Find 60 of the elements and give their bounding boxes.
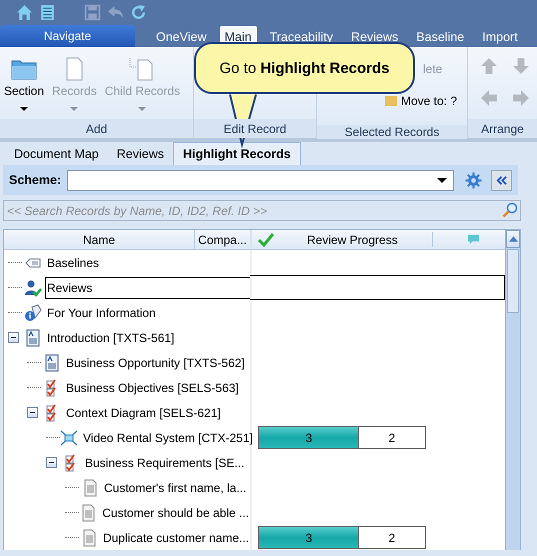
ribbon-tab[interactable]: Import bbox=[473, 27, 527, 47]
ribbon-button[interactable]: Section bbox=[0, 47, 48, 119]
tree-item[interactable]: Reviews bbox=[45, 276, 250, 298]
list-icon[interactable] bbox=[39, 4, 56, 21]
tree-item[interactable]: Context Diagram [SELS-621] bbox=[64, 402, 222, 424]
navigate-tab[interactable]: Navigate bbox=[0, 25, 135, 47]
tree-item[interactable]: Customer's first name, la... bbox=[102, 476, 248, 498]
tree-item[interactable]: Baselines bbox=[45, 252, 100, 274]
search-field[interactable]: << Search Records by Name, ID, ID2, Ref. ID >> bbox=[3, 200, 521, 221]
settings-icon[interactable] bbox=[465, 172, 482, 188]
collapse-toggle[interactable] bbox=[46, 457, 57, 468]
diagram-icon bbox=[60, 428, 78, 446]
info-icon bbox=[24, 304, 42, 322]
checkmark-icon bbox=[258, 232, 274, 246]
arrow-down-icon[interactable] bbox=[512, 57, 530, 75]
scroll-thumb[interactable] bbox=[507, 249, 519, 313]
child-page-icon bbox=[129, 57, 156, 81]
panel-tab[interactable]: Highlight Records bbox=[173, 142, 301, 165]
refresh-icon[interactable] bbox=[130, 4, 147, 21]
move-to-button[interactable]: Move to: ? bbox=[385, 94, 458, 108]
scroll-up-button[interactable] bbox=[506, 230, 520, 248]
group-label: Add bbox=[0, 119, 193, 138]
group-label: Selected Records bbox=[317, 125, 467, 139]
progress-value: 3 bbox=[304, 530, 314, 546]
tree-item[interactable]: Duplicate customer name... bbox=[100, 526, 250, 548]
tree-item[interactable]: Business Objectives [SELS-563] bbox=[64, 376, 240, 398]
search-icon[interactable] bbox=[502, 202, 518, 218]
scheme-label: Scheme: bbox=[9, 173, 62, 187]
document-icon bbox=[43, 354, 61, 372]
tree-item[interactable]: Business Opportunity [TXTS-562] bbox=[64, 352, 246, 374]
column-header[interactable]: Review Progress bbox=[307, 232, 447, 246]
group-label: Edit Record bbox=[194, 119, 316, 138]
arrow-up-icon bbox=[508, 236, 518, 242]
column-header[interactable]: Compa... bbox=[195, 230, 252, 249]
group-label: Arrange bbox=[468, 119, 537, 138]
arrow-right-icon[interactable] bbox=[512, 89, 530, 107]
tree-item[interactable]: Video Rental System [CTX-251] bbox=[81, 426, 254, 448]
collapse-toggle[interactable] bbox=[27, 407, 38, 418]
progress-value: 2 bbox=[387, 530, 396, 546]
home-icon[interactable] bbox=[16, 4, 33, 21]
user-check-icon bbox=[24, 278, 42, 296]
collapse-toggle[interactable] bbox=[8, 332, 19, 343]
tree-item[interactable]: Business Requirements [SE... bbox=[83, 452, 246, 474]
progress-value: 3 bbox=[304, 430, 314, 446]
collapse-button[interactable] bbox=[491, 170, 512, 190]
double-chevron-left-icon bbox=[495, 174, 508, 186]
column-header[interactable]: Name bbox=[4, 230, 195, 249]
tree-item[interactable]: Introduction [TXTS-561] bbox=[45, 326, 176, 348]
arrow-left-icon[interactable] bbox=[480, 89, 498, 107]
panel-tab[interactable]: Reviews bbox=[108, 143, 174, 165]
tree-item[interactable]: Customer should be able ... bbox=[100, 502, 250, 524]
document-icon bbox=[24, 328, 42, 346]
arrow-up-icon[interactable] bbox=[480, 57, 498, 75]
progress-value: 2 bbox=[387, 430, 396, 446]
scheme-dropdown[interactable] bbox=[67, 170, 454, 190]
scrollbar[interactable] bbox=[505, 230, 520, 550]
comment-icon bbox=[467, 234, 480, 245]
panel-tab[interactable]: Document Map bbox=[5, 143, 108, 165]
save-icon[interactable] bbox=[84, 4, 101, 21]
tree-item[interactable]: For Your Information bbox=[45, 302, 157, 324]
